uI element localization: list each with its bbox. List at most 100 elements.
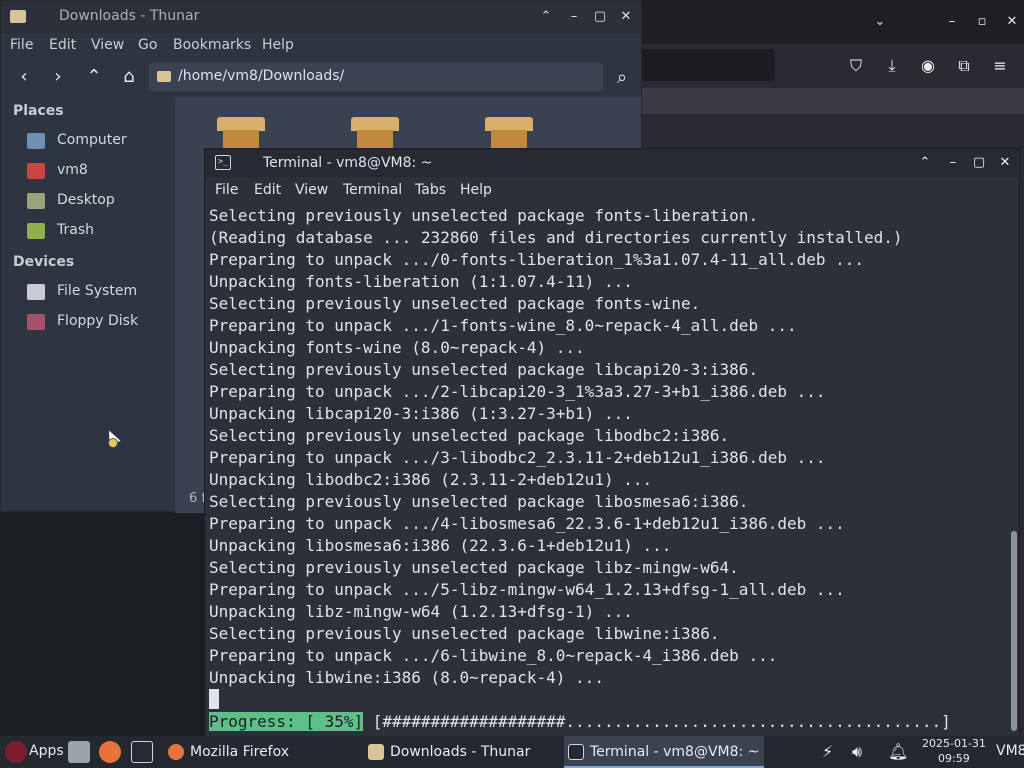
apps-menu-label[interactable]: Apps xyxy=(29,743,64,759)
task-firefox[interactable]: Mozilla Firefox xyxy=(164,736,360,768)
chevron-down-icon[interactable]: ⌄ xyxy=(870,12,890,32)
menu-view[interactable]: View xyxy=(91,37,124,53)
extensions-icon[interactable]: ⧉ xyxy=(952,54,976,78)
trash-icon xyxy=(27,223,45,239)
terminal-line: Preparing to unpack .../2-libcapi20-3_1%… xyxy=(209,382,826,401)
shade-icon[interactable]: ⌃ xyxy=(536,7,556,27)
terminal-line: Preparing to unpack .../4-libosmesa6_22.… xyxy=(209,514,845,533)
menu-go[interactable]: Go xyxy=(138,37,157,53)
folder-icon xyxy=(368,744,384,760)
download-icon[interactable]: ⤓ xyxy=(880,54,904,78)
menu-help[interactable]: Help xyxy=(460,182,492,198)
pocket-icon[interactable]: ⛉ xyxy=(844,54,868,78)
window-title: Terminal - vm8@VM8: ~ xyxy=(263,155,433,171)
notification-icon[interactable]: 🔔︎ xyxy=(888,742,908,761)
terminal-output[interactable]: Selecting previously unselected package … xyxy=(205,205,1003,737)
user-label[interactable]: VM8 xyxy=(996,743,1024,759)
up-icon[interactable]: ⌃ xyxy=(82,65,106,89)
task-terminal[interactable]: Terminal - vm8@VM8: ~ xyxy=(564,736,764,768)
firefox-titlebar: ⌄ – ▫ ✕ xyxy=(640,0,1024,44)
terminal-line: Selecting previously unselected package … xyxy=(209,558,739,577)
close-icon[interactable]: ✕ xyxy=(1002,12,1022,32)
package-icon[interactable] xyxy=(213,117,269,151)
minimize-icon[interactable]: – xyxy=(564,7,584,27)
folder-icon xyxy=(157,71,171,82)
task-label: Mozilla Firefox xyxy=(190,744,290,760)
terminal-line: Preparing to unpack .../0-fonts-liberati… xyxy=(209,250,865,269)
menu-terminal[interactable]: Terminal xyxy=(343,182,402,198)
search-icon[interactable]: ⌕ xyxy=(609,65,635,91)
terminal-menubar: File Edit View Terminal Tabs Help xyxy=(205,177,1019,203)
terminal-icon xyxy=(568,744,584,760)
window-title: Downloads - Thunar xyxy=(59,8,200,24)
terminal-line: Unpacking libcapi20-3:i386 (1:3.27-3+b1)… xyxy=(209,404,633,423)
menu-edit[interactable]: Edit xyxy=(49,37,76,53)
minimize-icon[interactable]: – xyxy=(942,12,962,32)
terminal-line: Selecting previously unselected package … xyxy=(209,206,759,225)
terminal-scrollbar[interactable] xyxy=(1007,205,1017,737)
menu-icon[interactable]: ≡ xyxy=(988,54,1012,78)
sidebar-item-vm8[interactable]: vm8 xyxy=(27,160,167,184)
places-header: Places xyxy=(13,103,64,119)
terminal-line: Selecting previously unselected package … xyxy=(209,624,720,643)
maximize-icon[interactable]: ▢ xyxy=(969,153,989,173)
task-thunar[interactable]: Downloads - Thunar xyxy=(364,736,560,768)
shade-icon[interactable]: ⌃ xyxy=(915,153,935,173)
sidebar-item-floppy-disk[interactable]: Floppy Disk xyxy=(27,311,167,335)
clock-time[interactable]: 09:59 xyxy=(938,752,970,765)
apps-menu-icon[interactable] xyxy=(5,741,27,763)
menu-view[interactable]: View xyxy=(295,182,328,198)
menu-edit[interactable]: Edit xyxy=(254,182,281,198)
maximize-icon[interactable]: ▫ xyxy=(972,12,992,32)
terminal-titlebar[interactable]: >_ Terminal - vm8@VM8: ~ ⌃ – ▢ ✕ xyxy=(205,149,1019,177)
thunar-toolbar: ‹ › ⌃ ⌂ /home/vm8/Downloads/ ⌕ xyxy=(1,59,641,95)
sidebar-item-file-system[interactable]: File System xyxy=(27,281,167,305)
menu-file[interactable]: File xyxy=(10,37,33,53)
firefox-url-bar[interactable] xyxy=(640,49,775,81)
sidebar-item-computer[interactable]: Computer xyxy=(27,130,167,154)
menu-help[interactable]: Help xyxy=(262,37,294,53)
menu-tabs[interactable]: Tabs xyxy=(415,182,446,198)
network-icon[interactable]: ⚡ xyxy=(822,742,833,761)
thunar-titlebar[interactable]: Downloads - Thunar ⌃ – ▢ ✕ xyxy=(1,1,641,33)
package-icon[interactable] xyxy=(481,117,537,151)
terminal-launcher-icon[interactable] xyxy=(131,741,153,763)
volume-icon[interactable]: 🔊︎ xyxy=(852,742,862,762)
menu-bookmarks[interactable]: Bookmarks xyxy=(173,37,251,53)
task-label: Downloads - Thunar xyxy=(390,744,531,760)
taskbar: Apps Mozilla Firefox Downloads - Thunar … xyxy=(0,736,1024,768)
sidebar-item-desktop[interactable]: Desktop xyxy=(27,190,167,214)
home-icon xyxy=(27,163,45,179)
maximize-icon[interactable]: ▢ xyxy=(590,7,610,27)
package-icon[interactable] xyxy=(347,117,403,151)
terminal-icon: >_ xyxy=(215,155,231,170)
minimize-icon[interactable]: – xyxy=(943,153,963,173)
sidebar-item-trash[interactable]: Trash xyxy=(27,220,167,244)
firefox-launcher-icon[interactable] xyxy=(99,741,121,763)
close-icon[interactable]: ✕ xyxy=(995,153,1015,173)
terminal-line: Selecting previously unselected package … xyxy=(209,294,701,313)
forward-icon[interactable]: › xyxy=(46,65,70,89)
close-icon[interactable]: ✕ xyxy=(616,7,636,27)
drive-icon xyxy=(27,284,45,300)
sidebar-item-label: Floppy Disk xyxy=(57,313,139,329)
location-bar[interactable]: /home/vm8/Downloads/ xyxy=(149,63,603,91)
keyboard-launcher-icon[interactable] xyxy=(68,741,90,763)
clock-date[interactable]: 2025-01-31 xyxy=(922,737,986,750)
terminal-line: Preparing to unpack .../1-fonts-wine_8.0… xyxy=(209,316,797,335)
menu-file[interactable]: File xyxy=(215,182,238,198)
location-path[interactable]: /home/vm8/Downloads/ xyxy=(178,68,344,84)
scrollbar-thumb[interactable] xyxy=(1011,531,1017,731)
folder-icon xyxy=(10,10,26,23)
account-icon[interactable]: ◉ xyxy=(916,54,940,78)
progress-label: Progress: [ 35%] xyxy=(209,712,364,731)
sidebar-item-label: Desktop xyxy=(57,192,115,208)
terminal-line: Unpacking libodbc2:i386 (2.3.11-2+deb12u… xyxy=(209,470,653,489)
firefox-bookmarks-strip xyxy=(640,88,1024,114)
home-icon[interactable]: ⌂ xyxy=(117,65,141,89)
floppy-icon xyxy=(27,314,45,330)
terminal-line: Preparing to unpack .../3-libodbc2_2.3.1… xyxy=(209,448,826,467)
back-icon[interactable]: ‹ xyxy=(12,65,36,89)
computer-icon xyxy=(27,133,45,149)
thunar-menubar: File Edit View Go Bookmarks Help xyxy=(1,33,641,59)
